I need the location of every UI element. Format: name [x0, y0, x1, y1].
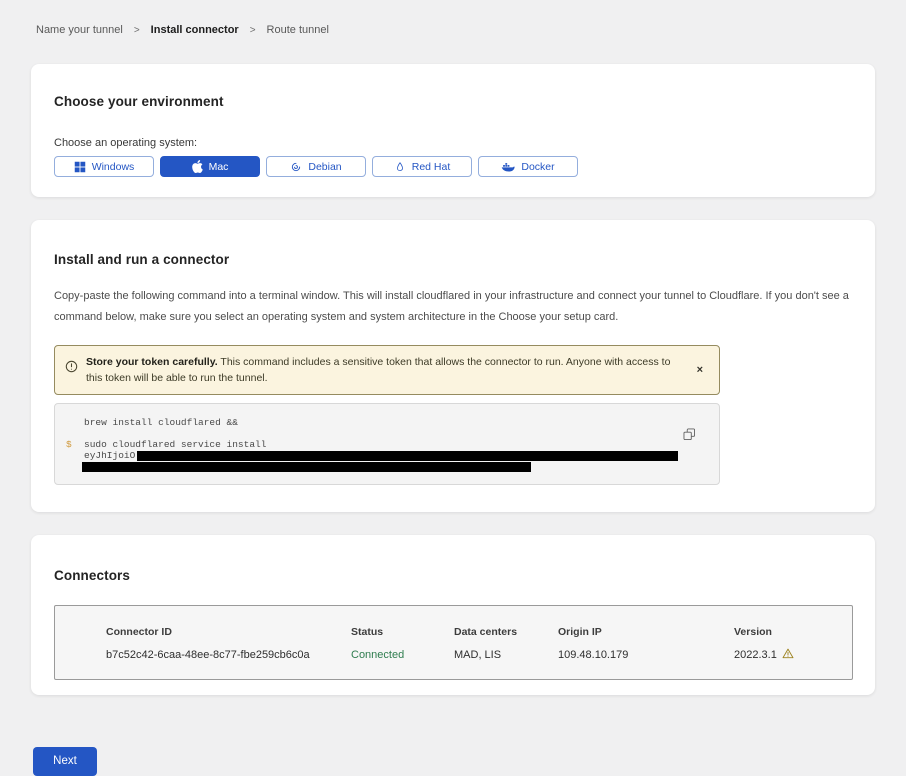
version-warning-triangle-icon	[782, 648, 794, 662]
apple-logo-icon	[192, 160, 203, 173]
connectors-table-header: Connector ID Status Data centers Origin …	[106, 626, 852, 638]
install-connector-title: Install and run a connector	[54, 252, 852, 267]
os-button-docker[interactable]: Docker	[478, 156, 578, 177]
os-button-label: Red Hat	[412, 161, 451, 173]
tunnel-setup-page: Name your tunnel > Install connector > R…	[0, 0, 906, 776]
os-button-label: Mac	[209, 161, 229, 173]
token-warning-text: Store your token carefully. This command…	[86, 354, 683, 386]
header-version: Version	[734, 626, 852, 638]
redacted-token-bar-1	[137, 451, 678, 461]
shell-prompt: $	[66, 439, 84, 451]
os-button-row: Windows Mac Debian	[54, 156, 852, 177]
install-description: Copy-paste the following command into a …	[54, 286, 852, 328]
install-command-code-block: brew install cloudflared && $sudo cloudf…	[54, 403, 720, 485]
status-badge: Connected	[351, 649, 454, 661]
code-line-2: $sudo cloudflared service install	[66, 439, 705, 451]
docker-whale-icon	[501, 161, 515, 173]
debian-swirl-icon	[290, 161, 302, 173]
copy-command-button[interactable]	[683, 428, 696, 444]
breadcrumb-route-tunnel[interactable]: Route tunnel	[267, 24, 329, 36]
install-connector-card: Install and run a connector Copy-paste t…	[31, 220, 875, 512]
header-data-centers: Data centers	[454, 626, 558, 638]
windows-logo-icon	[74, 161, 86, 173]
os-button-label: Windows	[92, 161, 135, 173]
code-line-1: brew install cloudflared &&	[66, 417, 705, 429]
os-select-label: Choose an operating system:	[54, 137, 852, 149]
warning-close-button[interactable]: ×	[691, 363, 709, 378]
os-button-label: Debian	[308, 161, 341, 173]
breadcrumb-install-connector[interactable]: Install connector	[151, 24, 239, 36]
version-value: 2022.3.1	[734, 648, 852, 662]
choose-environment-card: Choose your environment Choose an operat…	[31, 64, 875, 197]
header-status: Status	[351, 626, 454, 638]
token-warning-bold: Store your token carefully.	[86, 356, 218, 368]
data-centers-value: MAD, LIS	[454, 649, 558, 661]
info-circle-icon	[65, 354, 78, 378]
os-button-debian[interactable]: Debian	[266, 156, 366, 177]
code-line-token-2	[66, 462, 705, 472]
breadcrumb-name-your-tunnel[interactable]: Name your tunnel	[36, 24, 123, 36]
code-line-token: eyJhIjoiO	[66, 450, 705, 462]
connectors-table: Connector ID Status Data centers Origin …	[54, 605, 853, 680]
connectors-card: Connectors Connector ID Status Data cent…	[31, 535, 875, 695]
choose-environment-title: Choose your environment	[54, 94, 852, 109]
connector-id-value: b7c52c42-6caa-48ee-8c77-fbe259cb6c0a	[106, 649, 351, 661]
token-warning-banner: Store your token carefully. This command…	[54, 345, 720, 395]
header-origin-ip: Origin IP	[558, 626, 734, 638]
redhat-logo-icon	[394, 161, 406, 173]
connectors-title: Connectors	[54, 568, 852, 583]
os-button-windows[interactable]: Windows	[54, 156, 154, 177]
redacted-token-bar-2	[82, 462, 531, 472]
breadcrumb-separator: >	[250, 25, 256, 36]
breadcrumb-separator: >	[134, 25, 140, 36]
os-button-mac[interactable]: Mac	[160, 156, 260, 177]
origin-ip-value: 109.48.10.179	[558, 649, 734, 661]
header-connector-id: Connector ID	[106, 626, 351, 638]
os-button-redhat[interactable]: Red Hat	[372, 156, 472, 177]
next-button[interactable]: Next	[33, 747, 97, 776]
breadcrumb: Name your tunnel > Install connector > R…	[36, 24, 875, 36]
connector-table-row: b7c52c42-6caa-48ee-8c77-fbe259cb6c0a Con…	[106, 648, 852, 662]
os-button-label: Docker	[521, 161, 554, 173]
